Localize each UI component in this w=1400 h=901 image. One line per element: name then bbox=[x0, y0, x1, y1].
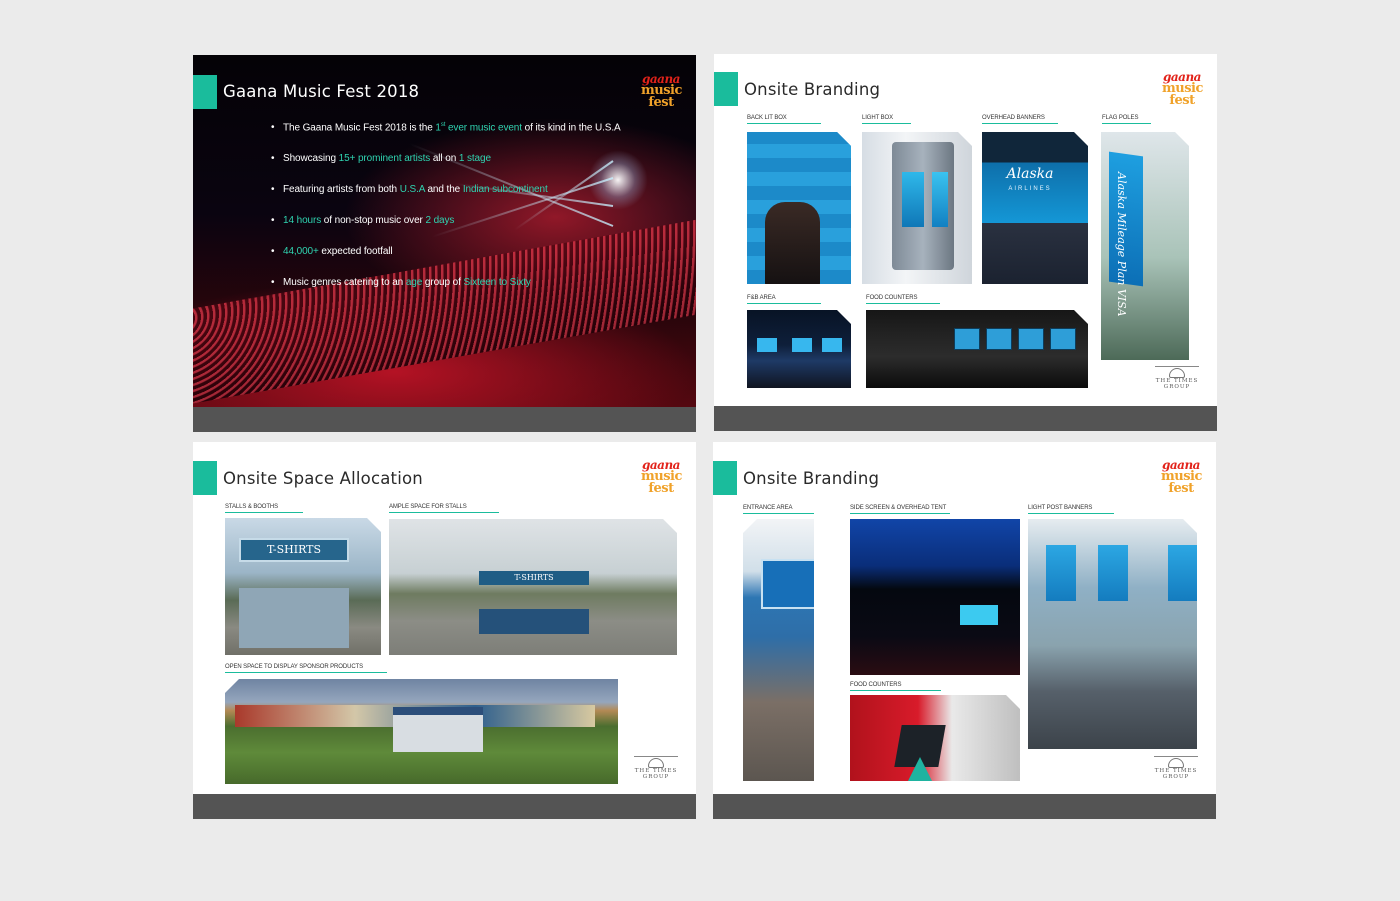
label-underline bbox=[850, 513, 950, 514]
stall-body bbox=[239, 588, 349, 648]
label-fb-area: F&B AREA bbox=[747, 295, 776, 301]
stall-roof: T-SHIRTS bbox=[479, 571, 589, 585]
photo-overhead-banners: Alaska AIRLINES bbox=[982, 132, 1088, 284]
flag-banner-text: Alaska Mileage Plan VISA bbox=[1115, 172, 1128, 317]
photo-ample-space: T-SHIRTS bbox=[389, 519, 677, 655]
crest-icon bbox=[648, 758, 664, 768]
slide-onsite-space-allocation[interactable]: Onsite Space Allocation gaana music fest… bbox=[193, 442, 696, 819]
slide-title: Onsite Space Allocation bbox=[223, 469, 423, 488]
slide-title: Onsite Branding bbox=[743, 469, 880, 488]
label-back-lit-box: BACK LIT BOX bbox=[747, 115, 787, 121]
gaana-music-fest-logo: gaana music fest bbox=[641, 72, 682, 110]
photo-open-space bbox=[225, 679, 618, 784]
stall-roof: T-SHIRTS bbox=[239, 538, 349, 562]
label-underline bbox=[225, 672, 387, 673]
bullet-hours: 14 hours of non-stop music over 2 days bbox=[271, 215, 621, 246]
crest-icon bbox=[1169, 368, 1185, 378]
light-post-banner bbox=[1046, 545, 1076, 601]
photo-flag-poles: Alaska Mileage Plan VISA bbox=[1101, 132, 1189, 360]
label-food-counters: FOOD COUNTERS bbox=[866, 295, 918, 301]
photo-food-counters bbox=[850, 695, 1020, 781]
photo-entrance-area bbox=[743, 519, 814, 781]
photo-back-lit-box bbox=[747, 132, 851, 284]
side-screen bbox=[960, 605, 998, 625]
label-underline bbox=[225, 512, 303, 513]
menu-screen bbox=[986, 328, 1012, 350]
title-accent bbox=[193, 75, 217, 109]
label-underline bbox=[1028, 513, 1114, 514]
bullet-footfall: 44,000+ expected footfall bbox=[271, 246, 621, 277]
alaska-banner-text: Alaska bbox=[1006, 166, 1054, 182]
fb-screen bbox=[792, 338, 812, 352]
menu-screen bbox=[1050, 328, 1076, 350]
bullet-first-event: The Gaana Music Fest 2018 is the 1st eve… bbox=[271, 122, 621, 153]
photo-food-counters bbox=[866, 310, 1088, 388]
slide-footer bbox=[714, 406, 1217, 431]
label-underline bbox=[743, 513, 814, 514]
highlights-list: The Gaana Music Fest 2018 is the 1st eve… bbox=[271, 122, 621, 308]
label-underline bbox=[389, 512, 499, 513]
slide-onsite-branding-1[interactable]: Onsite Branding gaana music fest BACK LI… bbox=[714, 54, 1217, 431]
slide-footer bbox=[193, 794, 696, 819]
label-underline bbox=[850, 690, 941, 691]
slide-title: Onsite Branding bbox=[744, 80, 881, 99]
label-open-space: OPEN SPACE TO DISPLAY SPONSOR PRODUCTS bbox=[225, 664, 364, 670]
slide-title: Gaana Music Fest 2018 bbox=[223, 82, 420, 101]
slide-footer bbox=[193, 407, 696, 432]
label-side-screen: SIDE SCREEN & OVERHEAD TENT bbox=[850, 505, 947, 511]
light-box-screen bbox=[902, 172, 924, 227]
crest-icon bbox=[1168, 758, 1184, 768]
stall-body bbox=[479, 609, 589, 634]
gaana-music-fest-logo: gaana music fest bbox=[641, 458, 682, 496]
airlines-banner-text: AIRLINES bbox=[1008, 186, 1052, 192]
times-group-stamp: THE TIMES GROUP bbox=[634, 756, 678, 782]
label-underline bbox=[747, 123, 821, 124]
title-accent bbox=[713, 461, 737, 495]
bullet-genres: Music genres catering to an age group of… bbox=[271, 277, 621, 308]
photo-side-screen bbox=[850, 519, 1020, 675]
label-entrance-area: ENTRANCE AREA bbox=[743, 505, 793, 511]
slide-footer bbox=[713, 794, 1216, 819]
photo-light-box bbox=[862, 132, 972, 284]
label-underline bbox=[747, 303, 821, 304]
photo-stalls-booths: T-SHIRTS bbox=[225, 518, 381, 655]
label-ample-space: AMPLE SPACE FOR STALLS bbox=[389, 504, 467, 510]
label-flag-poles: FLAG POLES bbox=[1102, 115, 1139, 121]
label-underline bbox=[1102, 123, 1151, 124]
slide-onsite-branding-2[interactable]: Onsite Branding gaana music fest ENTRANC… bbox=[713, 442, 1216, 819]
menu-screen bbox=[954, 328, 980, 350]
tabletop-stand bbox=[908, 757, 932, 781]
fb-screen bbox=[757, 338, 777, 352]
bullet-regions: Featuring artists from both U.S.A and th… bbox=[271, 184, 621, 215]
label-overhead-banners: OVERHEAD BANNERS bbox=[982, 115, 1045, 121]
photo-fb-area bbox=[747, 310, 851, 388]
times-group-stamp: THE TIMES GROUP bbox=[1155, 366, 1199, 392]
menu-screen bbox=[1018, 328, 1044, 350]
light-box-screen bbox=[932, 172, 948, 227]
light-post-banner bbox=[1098, 545, 1128, 601]
light-post-banner bbox=[1168, 545, 1197, 601]
label-light-post: LIGHT POST BANNERS bbox=[1028, 505, 1093, 511]
title-accent bbox=[714, 72, 738, 106]
gaana-music-fest-logo: gaana music fest bbox=[1162, 70, 1203, 108]
photo-light-post-banners bbox=[1028, 519, 1197, 749]
times-group-stamp: THE TIMES GROUP bbox=[1154, 756, 1198, 782]
label-underline bbox=[866, 303, 940, 304]
label-underline bbox=[982, 123, 1058, 124]
bullet-artists: Showcasing 15+ prominent artists all on … bbox=[271, 153, 621, 184]
gaana-music-fest-logo: gaana music fest bbox=[1161, 458, 1202, 496]
title-accent bbox=[193, 461, 217, 495]
fb-screen bbox=[822, 338, 842, 352]
slide-gaana-music-fest[interactable]: Gaana Music Fest 2018 gaana music fest T… bbox=[193, 55, 696, 432]
label-stalls-booths: STALLS & BOOTHS bbox=[225, 504, 279, 510]
sponsor-cart bbox=[393, 707, 483, 752]
label-light-box: LIGHT BOX bbox=[862, 115, 893, 121]
label-underline bbox=[862, 123, 911, 124]
entrance-sign bbox=[761, 559, 814, 609]
label-food-counters: FOOD COUNTERS bbox=[850, 682, 902, 688]
